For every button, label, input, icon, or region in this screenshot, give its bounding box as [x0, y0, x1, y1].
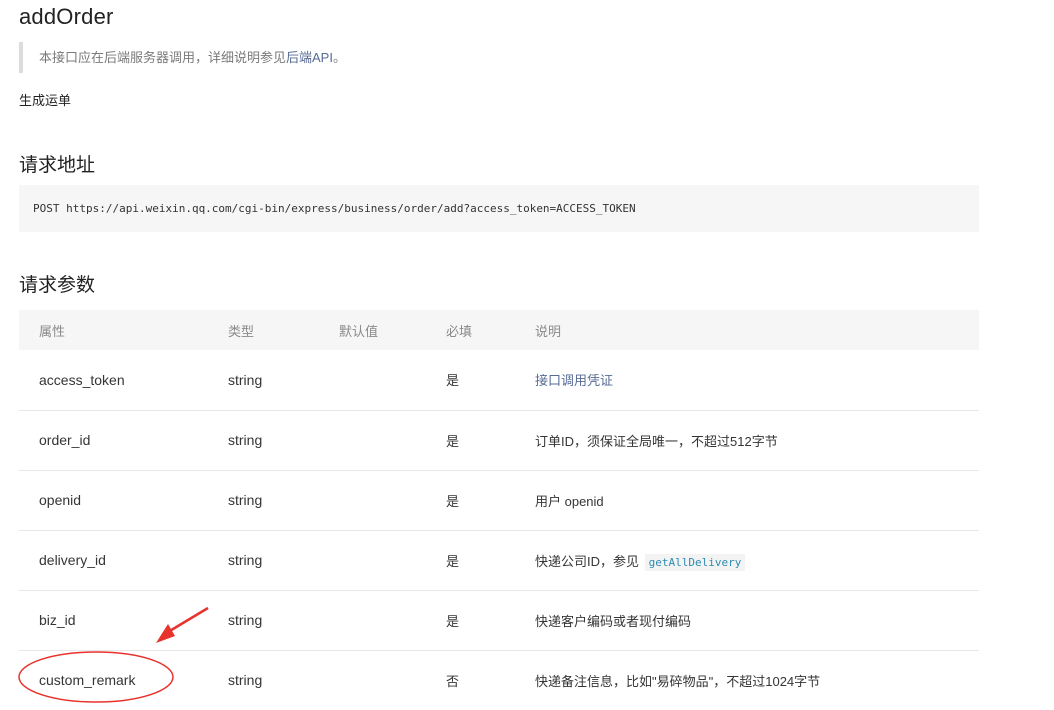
- params-heading: 请求参数: [19, 275, 96, 296]
- table-row: openid string 是 用户 openid: [19, 470, 979, 530]
- param-name: access_token: [39, 371, 125, 388]
- request-url-heading: 请求地址: [19, 155, 96, 176]
- table-row: delivery_id string 是 快递公司ID，参见 getAllDel…: [19, 530, 979, 590]
- param-desc-text: 快递公司ID，参见: [535, 553, 640, 569]
- param-required: 是: [446, 613, 460, 629]
- param-name: custom_remark: [39, 672, 136, 689]
- backend-api-link[interactable]: 后端API: [286, 50, 333, 65]
- param-name: biz_id: [39, 612, 76, 628]
- col-header-name: 属性: [39, 323, 66, 339]
- col-header-desc: 说明: [535, 323, 562, 339]
- param-desc: 用户 openid: [535, 493, 604, 509]
- param-name: delivery_id: [39, 552, 106, 568]
- param-default: [319, 590, 426, 650]
- param-default: [319, 410, 426, 470]
- col-header-type: 类型: [228, 323, 255, 339]
- param-default: [319, 650, 426, 710]
- param-desc: 快递客户编码或者现付编码: [535, 613, 692, 629]
- table-row: order_id string 是 订单ID，须保证全局唯一，不超过512字节: [19, 410, 979, 470]
- param-required: 是: [446, 373, 460, 389]
- request-url-code: POST https://api.weixin.qq.com/cgi-bin/e…: [19, 185, 979, 232]
- page-title: addOrder: [19, 4, 114, 29]
- param-type: string: [228, 371, 263, 388]
- note-suffix: 。: [332, 50, 346, 65]
- param-name: openid: [39, 492, 82, 508]
- param-type: string: [228, 552, 263, 568]
- backend-note: 本接口应在后端服务器调用，详细说明参见后端API。: [19, 42, 919, 73]
- param-default: [319, 350, 426, 410]
- api-description: 生成运单: [19, 93, 72, 108]
- param-default: [319, 530, 426, 590]
- param-required: 否: [446, 673, 460, 689]
- param-name: order_id: [39, 432, 91, 448]
- param-desc: 快递公司ID，参见 getAllDelivery: [515, 530, 979, 590]
- table-row: custom_remark string 否 快递备注信息，比如"易碎物品"，不…: [19, 650, 979, 710]
- note-text: 本接口应在后端服务器调用，详细说明参见: [39, 50, 287, 65]
- param-desc: 订单ID，须保证全局唯一，不超过512字节: [535, 433, 778, 449]
- param-default: [319, 470, 426, 530]
- table-row: biz_id string 是 快递客户编码或者现付编码: [19, 590, 979, 650]
- param-type: string: [228, 432, 263, 448]
- param-required: 是: [446, 493, 460, 509]
- col-header-default: 默认值: [339, 323, 379, 339]
- table-row: access_token string 是 接口调用凭证: [19, 350, 979, 410]
- params-table: 属性 类型 默认值 必填 说明 access_token string 是 接口…: [19, 310, 979, 710]
- col-header-required: 必填: [446, 323, 473, 339]
- param-type: string: [228, 612, 263, 628]
- access-token-doc-link[interactable]: 接口调用凭证: [535, 373, 613, 388]
- table-header-row: 属性 类型 默认值 必填 说明: [19, 310, 979, 350]
- param-desc: 接口调用凭证: [515, 350, 979, 410]
- param-type: string: [228, 672, 263, 689]
- param-required: 是: [446, 553, 460, 569]
- param-desc: 快递备注信息，比如"易碎物品"，不超过1024字节: [535, 673, 821, 689]
- param-type: string: [228, 492, 263, 508]
- get-all-delivery-code: getAllDelivery: [644, 553, 746, 571]
- param-required: 是: [446, 433, 460, 449]
